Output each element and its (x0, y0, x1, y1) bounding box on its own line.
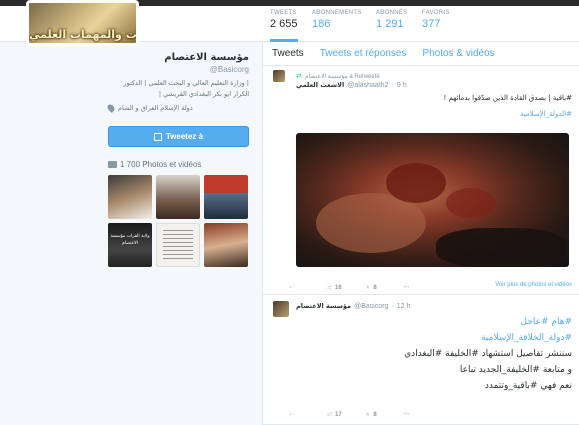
tab-tweets[interactable]: Tweets (272, 48, 304, 59)
photo-thumbnail[interactable] (204, 175, 248, 219)
more-icon: ••• (403, 284, 410, 291)
location-text: دولة الإسلام العراق و الشام (118, 104, 193, 112)
tweet-text: #هام #عاجل #دولة_الخلافة_الإسلامية سننشر… (282, 314, 572, 394)
tweet-actions: ↩ ⇄ 17 ★ 8 ••• (289, 411, 441, 419)
favorite-count: 8 (373, 284, 377, 291)
stat-tweets[interactable]: TWEETS 2 655 (270, 10, 298, 42)
star-icon: ★ (365, 285, 371, 291)
tweet-hashtag[interactable]: #دولة_الخلافة_الإسلامية (282, 330, 572, 346)
tweet-author-handle[interactable]: @Basicorg (354, 303, 388, 310)
tweet-header: الاشعث العلمي @alashaath2 · 9 h (296, 81, 407, 89)
reply-button[interactable]: ↩ (289, 411, 327, 418)
favorite-button[interactable]: ★ 8 (365, 411, 403, 419)
photo-thumbnail[interactable] (108, 175, 152, 219)
more-icon: ••• (403, 411, 410, 418)
tweet-to-label: Tweetez à (165, 132, 204, 141)
profile-bio: | وزارة التعليم العالي و البحث العلمي | … (123, 79, 249, 98)
tab-photos-videos[interactable]: Photos & vidéos (422, 48, 494, 59)
reply-button[interactable]: ↩ (289, 284, 327, 291)
compose-icon (153, 132, 162, 141)
tweet-line: نعم فهي #باقية_وتتمدد (484, 381, 572, 391)
timeline: Tweets Tweets et réponses Photos & vidéo… (262, 42, 579, 425)
retweet-button[interactable]: ⇄ 17 (327, 411, 365, 419)
image-region (436, 228, 566, 267)
photos-header[interactable]: 1 700 Photos et vidéos (108, 160, 201, 169)
avatar-text: البعثات والمهمات العلمي (29, 28, 137, 41)
tweet-author-name[interactable]: الاشعث العلمي (296, 81, 344, 89)
tweet-time[interactable]: 9 h (397, 82, 407, 89)
tweet-hashtags[interactable]: #هام #عاجل (282, 314, 573, 330)
profile-handle[interactable]: @Basicorg (108, 65, 249, 74)
tweet-item[interactable]: ⇄ مؤسسة الاعتصام a Retweeté الاشعث العلم… (263, 67, 579, 295)
tweet-media-image[interactable] (296, 133, 569, 267)
tweet-author-handle[interactable]: @alashaath2 (347, 82, 388, 89)
tweet-actions: ↩ ⇄ 16 ★ 8 ••• (289, 284, 441, 292)
tab-tweets-replies[interactable]: Tweets et réponses (320, 48, 407, 59)
star-icon: ★ (365, 412, 371, 418)
favorite-count: 8 (373, 411, 377, 418)
document-lines (163, 230, 193, 260)
tweet-text: #باقية | بصدق القادة الذين صدّقوا بدمائه… (292, 94, 572, 126)
retweet-count: 16 (335, 284, 342, 291)
location-icon (106, 103, 116, 113)
reply-icon: ↩ (289, 285, 295, 291)
tweet-line: و متابعة #الخليفة_الجديد تباعا (459, 365, 572, 375)
photos-label: 1 700 Photos et vidéos (120, 160, 202, 169)
tweet-to-button[interactable]: Tweetez à (108, 126, 249, 147)
stat-abonnements[interactable]: ABONNEMENTS 186 (312, 10, 362, 30)
retweet-icon: ⇄ (296, 73, 302, 80)
image-region (446, 188, 496, 218)
image-region (386, 163, 446, 203)
profile-avatar[interactable]: البعثات والمهمات العلمي (26, 0, 139, 46)
stat-value: 2 655 (270, 18, 298, 30)
separator: · (391, 81, 394, 89)
tweet-author-name[interactable]: مؤسسة الاعتصام (296, 302, 351, 310)
stat-label: ABONNEMENTS (312, 10, 362, 16)
reply-icon: ↩ (289, 412, 295, 418)
stat-abonnes[interactable]: ABONNÉS 1 291 (376, 10, 407, 30)
stat-label: FAVORIS (422, 10, 450, 16)
retweet-context-text: مؤسسة الاعتصام a Retweeté (304, 73, 380, 80)
stat-favoris[interactable]: FAVORIS 377 (422, 10, 450, 30)
profile-card: مؤسسة الاعتصام @Basicorg | وزارة التعليم… (106, 52, 249, 113)
tweet-avatar[interactable] (273, 70, 285, 82)
profile-name[interactable]: مؤسسة الاعتصام (108, 52, 249, 63)
more-media-link[interactable]: Voir plus de photos et vidéos (495, 282, 572, 288)
more-button[interactable]: ••• (403, 285, 441, 291)
retweet-button[interactable]: ⇄ 16 (327, 284, 365, 292)
retweet-icon: ⇄ (327, 412, 333, 418)
camera-icon (108, 161, 117, 168)
favorite-button[interactable]: ★ 8 (365, 284, 403, 292)
photo-thumbnail[interactable] (204, 223, 248, 267)
stat-label: TWEETS (270, 10, 297, 16)
retweet-icon: ⇄ (327, 285, 333, 291)
stat-label: ABONNÉS (376, 10, 408, 16)
tweet-line: سننشر تفاصيل استشهاد #الخليفة #البغدادي (404, 349, 572, 359)
more-button[interactable]: ••• (403, 412, 441, 418)
tweet-line: #باقية | بصدق القادة الذين صدّقوا بدمائه… (443, 94, 572, 102)
photo-thumbnail[interactable] (156, 223, 200, 267)
photo-grid: ولاية الفرات مؤسسة الاعتصام (108, 175, 249, 267)
retweet-count: 17 (335, 411, 342, 418)
thumbnail-caption: ولاية الفرات مؤسسة الاعتصام (110, 234, 150, 246)
retweet-context: ⇄ مؤسسة الاعتصام a Retweeté (296, 72, 380, 80)
profile-location: دولة الإسلام العراق و الشام (106, 103, 249, 113)
stat-value: 186 (312, 18, 331, 30)
timeline-tabs: Tweets Tweets et réponses Photos & vidéo… (263, 42, 579, 66)
stat-value: 377 (422, 18, 441, 30)
tweet-header: مؤسسة الاعتصام @Basicorg · 12 h (296, 302, 410, 310)
photo-thumbnail[interactable]: ولاية الفرات مؤسسة الاعتصام (108, 223, 152, 267)
tweet-hashtag[interactable]: #الدولة_الإسلامية (292, 110, 572, 118)
separator: · (391, 302, 394, 310)
photo-thumbnail[interactable] (156, 175, 200, 219)
tweet-item[interactable]: مؤسسة الاعتصام @Basicorg · 12 h #هام #عا… (263, 296, 579, 425)
stat-value: 1 291 (376, 18, 404, 30)
tweet-time[interactable]: 12 h (397, 303, 411, 310)
